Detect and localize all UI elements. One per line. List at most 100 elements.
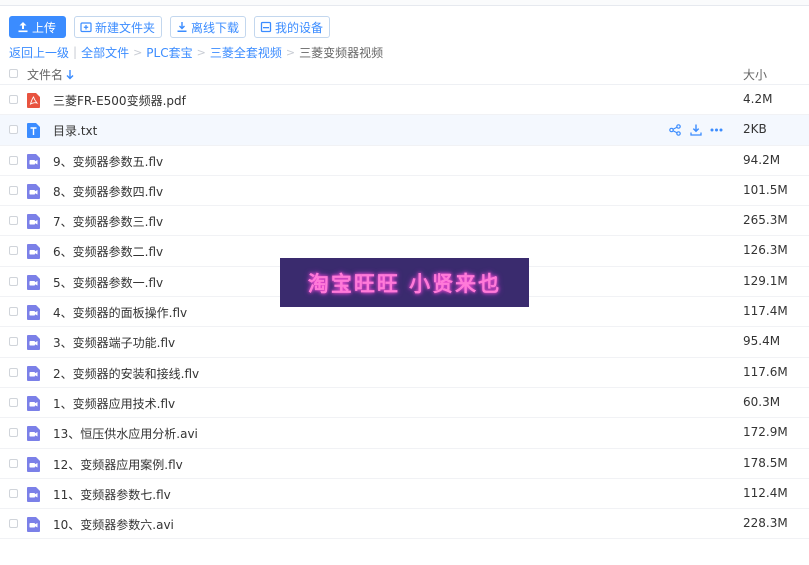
video-icon xyxy=(27,244,40,260)
row-checkbox[interactable] xyxy=(9,307,18,317)
video-icon xyxy=(27,183,40,199)
upload-label: 上传 xyxy=(32,20,57,35)
video-icon xyxy=(27,365,40,381)
file-name[interactable]: 7、变频器参数三.flv xyxy=(53,213,163,230)
my-devices-button[interactable]: 我的设备 xyxy=(254,16,331,38)
my-devices-label: 我的设备 xyxy=(275,20,324,35)
sort-down-icon[interactable] xyxy=(66,69,74,80)
file-size: 117.4M xyxy=(743,304,788,319)
upload-button[interactable]: 上传 xyxy=(9,16,67,38)
breadcrumb-mitsubishi-videos[interactable]: 三菱全套视频 xyxy=(210,44,282,61)
breadcrumb-current: 三菱变频器视频 xyxy=(299,45,384,60)
file-size: 4.2M xyxy=(743,92,773,106)
download-icon[interactable] xyxy=(689,123,702,136)
file-size: 2KB xyxy=(743,122,767,137)
toolbar: 上传 新建文件夹 离线下载 我的设备 xyxy=(9,16,331,38)
offline-download-label: 离线下载 xyxy=(191,20,240,35)
file-size: 265.3M xyxy=(743,213,788,228)
breadcrumb-plc[interactable]: PLC套宝 xyxy=(146,44,192,61)
row-checkbox[interactable] xyxy=(9,397,18,407)
file-size: 112.4M xyxy=(743,485,788,500)
file-name[interactable]: 5、变频器参数一.flv xyxy=(53,274,163,291)
column-size-header[interactable]: 大小 xyxy=(743,66,767,83)
video-icon xyxy=(27,426,40,442)
pdf-icon xyxy=(27,93,40,108)
chevron-right-icon: > xyxy=(285,45,296,59)
file-row[interactable]: 13、恒压供水应用分析.avi 172.9M xyxy=(0,418,809,449)
file-name[interactable]: 9、变频器参数五.flv xyxy=(53,153,163,170)
column-name-label: 文件名 xyxy=(27,68,64,82)
upload-icon xyxy=(17,21,29,33)
file-row[interactable]: 目录.txt 2KB xyxy=(0,115,809,146)
row-checkbox[interactable] xyxy=(9,428,18,438)
breadcrumb-divider: | xyxy=(73,45,78,59)
chevron-right-icon: > xyxy=(196,45,206,59)
file-row[interactable]: 7、变频器参数三.flv 265.3M xyxy=(0,206,809,237)
row-checkbox[interactable] xyxy=(9,337,18,347)
row-checkbox[interactable] xyxy=(9,276,18,286)
top-bar xyxy=(0,0,809,6)
video-icon xyxy=(27,274,40,290)
video-icon xyxy=(27,395,40,411)
video-icon xyxy=(27,214,40,230)
row-checkbox[interactable] xyxy=(9,216,18,226)
more-icon[interactable] xyxy=(710,123,723,136)
file-row[interactable]: 9、变频器参数五.flv 94.2M xyxy=(0,146,809,176)
file-name[interactable]: 3、变频器端子功能.flv xyxy=(53,334,175,351)
file-name[interactable]: 目录.txt xyxy=(53,122,97,139)
row-checkbox[interactable] xyxy=(9,458,18,468)
watermark-text: 淘宝旺旺 小贤来也 xyxy=(307,270,502,296)
column-name-header[interactable]: 文件名 xyxy=(27,66,74,83)
chevron-right-icon: > xyxy=(133,45,143,59)
file-list: 三菱FR-E500变频器.pdf 4.2M 目录.txt 2KB 9、变频器参数五.fl… xyxy=(0,85,809,540)
file-size: 129.1M xyxy=(743,273,788,288)
file-row[interactable]: 2、变频器的安装和接线.flv 117.6M xyxy=(0,358,809,388)
file-size: 178.5M xyxy=(743,455,788,470)
download-icon xyxy=(176,21,188,33)
file-row[interactable]: 三菱FR-E500变频器.pdf 4.2M xyxy=(0,85,809,116)
breadcrumb-all-files[interactable]: 全部文件 xyxy=(81,44,129,61)
file-name[interactable]: 11、变频器参数七.flv xyxy=(53,486,171,503)
back-link[interactable]: 返回上一级 xyxy=(9,44,69,61)
file-row[interactable]: 1、变频器应用技术.flv 60.3M xyxy=(0,388,809,419)
video-icon xyxy=(27,486,40,502)
txt-icon xyxy=(27,123,40,139)
file-row[interactable]: 11、变频器参数七.flv 112.4M xyxy=(0,479,809,510)
offline-download-button[interactable]: 离线下载 xyxy=(170,16,247,38)
file-name[interactable]: 12、变频器应用案例.flv xyxy=(53,456,183,473)
file-name[interactable]: 2、变频器的安装和接线.flv xyxy=(53,365,199,382)
breadcrumb: 返回上一级 | 全部文件 > PLC套宝 > 三菱全套视频 > 三菱变频器视频 xyxy=(9,44,383,60)
file-size: 95.4M xyxy=(743,334,781,349)
file-row[interactable]: 8、变频器参数四.flv 101.5M xyxy=(0,176,809,207)
file-size: 94.2M xyxy=(743,152,781,167)
file-name[interactable]: 三菱FR-E500变频器.pdf xyxy=(53,92,186,109)
select-all-checkbox[interactable] xyxy=(9,69,18,78)
file-name[interactable]: 1、变频器应用技术.flv xyxy=(53,395,175,412)
row-checkbox[interactable] xyxy=(9,246,18,256)
file-row[interactable]: 3、变频器端子功能.flv 95.4M xyxy=(0,327,809,358)
file-name[interactable]: 10、变频器参数六.avi xyxy=(53,516,174,533)
file-size: 60.3M xyxy=(743,394,781,409)
row-checkbox[interactable] xyxy=(9,125,18,135)
video-icon xyxy=(27,456,40,472)
file-row[interactable]: 12、变频器应用案例.flv 178.5M xyxy=(0,449,809,479)
row-checkbox[interactable] xyxy=(9,95,18,104)
row-checkbox[interactable] xyxy=(9,367,18,377)
video-icon xyxy=(27,335,40,351)
file-name[interactable]: 8、变频器参数四.flv xyxy=(53,183,163,200)
watermark: 淘宝旺旺 小贤来也 xyxy=(280,258,529,307)
device-icon xyxy=(260,21,272,33)
video-icon xyxy=(27,153,40,169)
file-row[interactable]: 10、变频器参数六.avi 228.3M xyxy=(0,509,809,540)
row-checkbox[interactable] xyxy=(9,519,18,529)
file-name[interactable]: 6、变频器参数二.flv xyxy=(53,243,163,260)
row-checkbox[interactable] xyxy=(9,155,18,165)
new-folder-button[interactable]: 新建文件夹 xyxy=(74,16,163,38)
file-name[interactable]: 13、恒压供水应用分析.avi xyxy=(53,425,198,442)
row-actions xyxy=(668,123,723,136)
video-icon xyxy=(27,517,40,533)
share-icon[interactable] xyxy=(668,123,681,136)
row-checkbox[interactable] xyxy=(9,185,18,195)
row-checkbox[interactable] xyxy=(9,488,18,498)
file-name[interactable]: 4、变频器的面板操作.flv xyxy=(53,304,187,321)
